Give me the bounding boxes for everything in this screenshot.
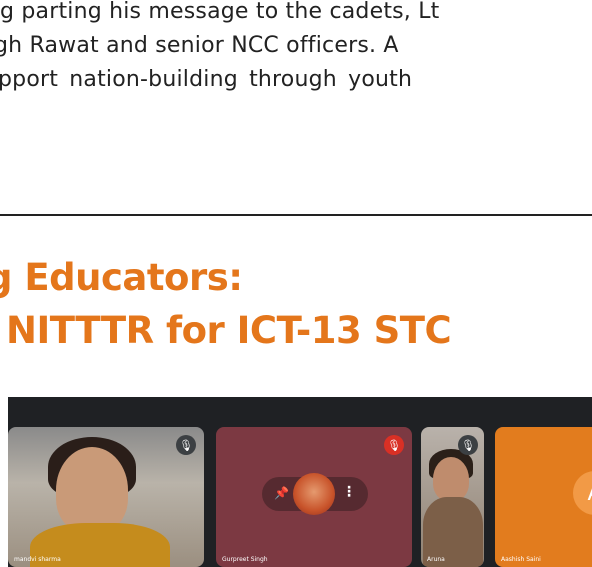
mic-muted-icon: 🎙 xyxy=(176,435,196,455)
participant-tile: 🎙 mandvi sharma xyxy=(8,427,204,567)
participant-name: Gurpreet Singh xyxy=(222,556,268,563)
section-divider xyxy=(0,214,592,216)
participant-tile: 🎙 Aruna xyxy=(421,427,484,567)
pin-icon: 📌 xyxy=(274,486,289,500)
participant-name: mandvi sharma xyxy=(14,556,61,563)
more-options-icon: ⋮ xyxy=(342,484,356,500)
video-meeting-screenshot: 🎙 mandvi sharma 🎙 📌 ⋮ Gurpreet Singh 🎙 A… xyxy=(8,397,592,567)
tile-controls: 📌 ⋮ xyxy=(262,473,368,515)
article-text-line-2: gh Rawat and senior NCC officers. A xyxy=(0,33,399,58)
participant-tile: 🎙 📌 ⋮ Gurpreet Singh xyxy=(216,427,412,567)
mic-muted-icon: 🎙 xyxy=(384,435,404,455)
article-text-line-1: g parting his message to the cadets, Lt xyxy=(0,0,440,24)
participant-face xyxy=(433,457,469,501)
avatar xyxy=(293,473,335,515)
participant-tile: A Aashish Saini xyxy=(495,427,592,567)
mic-muted-icon: 🎙 xyxy=(458,435,478,455)
section-heading-line-1: g Educators: xyxy=(0,256,243,299)
participant-name: Aashish Saini xyxy=(501,556,541,563)
participant-face xyxy=(56,447,128,533)
participant-name: Aruna xyxy=(427,556,445,563)
article-text-line-3: pport nation-building through youth xyxy=(0,67,413,92)
avatar: A xyxy=(573,471,592,515)
section-heading-line-2: NITTTR for ICT-13 STC xyxy=(6,309,452,352)
